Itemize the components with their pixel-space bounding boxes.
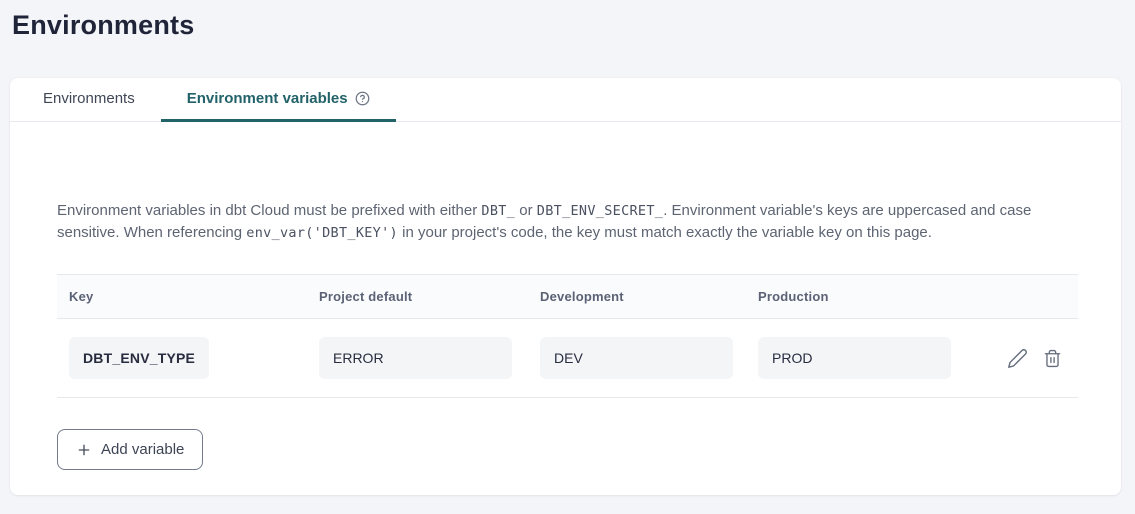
variable-key-value: DBT_ENV_TYPE xyxy=(69,337,209,379)
cell-development: DEV xyxy=(528,337,746,379)
add-variable-button[interactable]: Add variable xyxy=(57,429,203,470)
trash-icon xyxy=(1043,356,1062,371)
production-value: PROD xyxy=(758,337,951,379)
environment-variables-table: Key Project default Development Producti… xyxy=(57,274,1078,398)
help-circle-icon[interactable] xyxy=(355,91,370,106)
column-header-project-default: Project default xyxy=(307,289,528,304)
tab-panel-environment-variables: Environment variables in dbt Cloud must … xyxy=(10,200,1121,470)
environment-variables-card: Environments Environment variables Envir… xyxy=(10,78,1121,495)
column-header-key: Key xyxy=(57,289,307,304)
tab-environment-variables[interactable]: Environment variables xyxy=(161,78,396,122)
description-segment: Environment variables in dbt Cloud must … xyxy=(57,202,481,219)
tab-environments-label: Environments xyxy=(43,90,135,107)
code-dbt-env-secret-prefix: DBT_ENV_SECRET_ xyxy=(537,203,663,219)
plus-icon xyxy=(76,442,92,458)
delete-variable-button[interactable] xyxy=(1043,349,1062,368)
description-text: Environment variables in dbt Cloud must … xyxy=(57,200,1078,244)
code-dbt-prefix: DBT_ xyxy=(481,203,515,219)
cell-key: DBT_ENV_TYPE xyxy=(57,337,307,379)
edit-variable-button[interactable] xyxy=(1007,348,1028,369)
tab-environments[interactable]: Environments xyxy=(17,78,161,122)
add-variable-label: Add variable xyxy=(101,441,184,458)
table-row: DBT_ENV_TYPE ERROR DEV PROD xyxy=(57,319,1078,398)
tabbar: Environments Environment variables xyxy=(10,78,1121,122)
column-header-production: Production xyxy=(746,289,976,304)
page-title: Environments xyxy=(12,10,1135,41)
code-env-var-example: env_var('DBT_KEY') xyxy=(246,225,398,241)
cell-production: PROD xyxy=(746,337,976,379)
project-default-value: ERROR xyxy=(319,337,512,379)
table-header-row: Key Project default Development Producti… xyxy=(57,274,1078,319)
pencil-icon xyxy=(1007,357,1028,372)
column-header-development: Development xyxy=(528,289,746,304)
row-actions xyxy=(1007,348,1078,369)
development-value: DEV xyxy=(540,337,733,379)
tab-environment-variables-label: Environment variables xyxy=(187,90,348,107)
description-segment: in your project's code, the key must mat… xyxy=(398,224,932,241)
description-segment: or xyxy=(515,202,537,219)
cell-project-default: ERROR xyxy=(307,337,528,379)
